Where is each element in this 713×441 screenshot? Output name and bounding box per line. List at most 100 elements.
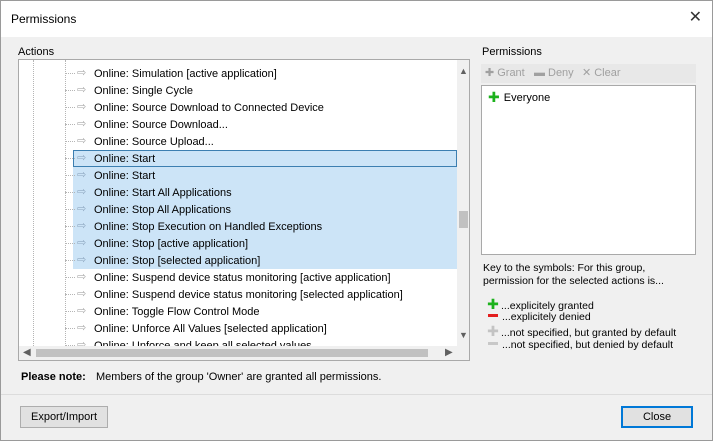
tree-item[interactable]: ⇨ Online: Unforce All Values [selected ap… xyxy=(19,320,457,337)
arrow-right-icon: ⇨ xyxy=(77,203,87,215)
tree-branch-line xyxy=(65,141,75,142)
tree-item[interactable]: ⇨ Online: Source Download... xyxy=(19,116,457,133)
tree-item[interactable]: ⇨ Online: Single Cycle xyxy=(19,82,457,99)
tree-item[interactable]: ⇨ Online: Start All Applications xyxy=(19,184,457,201)
arrow-right-icon: ⇨ xyxy=(77,135,87,147)
tree-item[interactable]: ⇨ Online: Stop [active application] xyxy=(19,235,457,252)
legend-denied: ...explicitely denied xyxy=(487,311,591,324)
legend-default-granted-label: ...not specified, but granted by default xyxy=(501,327,677,339)
arrow-right-icon: ⇨ xyxy=(77,305,87,317)
permission-entry-everyone[interactable]: ✚ Everyone xyxy=(488,89,551,105)
tree-branch-line xyxy=(65,294,75,295)
tree-branch-line xyxy=(65,328,75,329)
close-button[interactable]: Close xyxy=(621,406,693,428)
tree-item-label: Online: Source Download... xyxy=(94,119,228,131)
granted-plus-icon: ✚ xyxy=(488,89,500,105)
scroll-left-icon[interactable]: ◀ xyxy=(23,347,31,358)
export-import-button[interactable]: Export/Import xyxy=(20,406,108,428)
tree-item-label: Online: Unforce and keep all selected va… xyxy=(94,340,312,346)
actions-tree[interactable]: ⇨ Online: Simulation [active application]… xyxy=(18,59,470,361)
grant-label: Grant xyxy=(497,67,525,79)
tree-item[interactable]: ⇨ Online: Stop [selected application] xyxy=(19,252,457,269)
symbol-key-text: Key to the symbols: For this group, perm… xyxy=(483,262,664,287)
tree-item-label: Online: Simulation [active application] xyxy=(94,68,277,80)
note-label: Please note: xyxy=(21,371,86,383)
tree-branch-line xyxy=(65,226,75,227)
clear-button[interactable]: ✕ Clear xyxy=(582,66,621,81)
actions-label: Actions xyxy=(18,46,55,58)
tree-branch-line xyxy=(65,90,75,91)
tree-item[interactable]: ⇨ Online: Start xyxy=(19,150,457,167)
arrow-right-icon: ⇨ xyxy=(77,152,87,164)
close-icon[interactable]: ✕ xyxy=(689,8,702,28)
vertical-scrollbar[interactable]: ▲ ▼ xyxy=(457,60,469,346)
scroll-right-icon[interactable]: ▶ xyxy=(445,347,453,358)
vertical-scroll-thumb[interactable] xyxy=(459,211,468,228)
permissions-dialog: Permissions ✕ Actions ⇨ Online: Simulatio… xyxy=(0,0,713,441)
tree-branch-line xyxy=(65,158,75,159)
scroll-up-icon[interactable]: ▲ xyxy=(459,66,468,76)
permissions-list[interactable]: ✚ Everyone xyxy=(481,85,696,255)
tree-item-label: Online: Stop Execution on Handled Except… xyxy=(94,221,323,233)
minus-icon: ▬ xyxy=(534,67,545,79)
x-icon: ✕ xyxy=(582,67,592,79)
arrow-right-icon: ⇨ xyxy=(77,186,87,198)
arrow-right-icon: ⇨ xyxy=(77,67,87,79)
tree-item[interactable]: ⇨ Online: Start xyxy=(19,167,457,184)
arrow-right-icon: ⇨ xyxy=(77,288,87,300)
tree-item[interactable]: ⇨ Online: Suspend device status monitorin… xyxy=(19,286,457,303)
tree-item-label: Online: Source Download to Connected Dev… xyxy=(94,102,324,114)
title-bar: Permissions ✕ xyxy=(1,1,712,37)
arrow-right-icon: ⇨ xyxy=(77,271,87,283)
deny-label: Deny xyxy=(548,67,574,79)
grant-button[interactable]: ✚ Grant xyxy=(485,66,525,81)
scroll-down-icon[interactable]: ▼ xyxy=(459,330,468,340)
window-title: Permissions xyxy=(11,12,77,26)
arrow-right-icon: ⇨ xyxy=(77,339,87,346)
tree-item-label: Online: Stop [active application] xyxy=(94,238,249,250)
permissions-label: Permissions xyxy=(482,46,542,58)
tree-item[interactable]: ⇨ Online: Toggle Flow Control Mode xyxy=(19,303,457,320)
tree-branch-line xyxy=(65,311,75,312)
tree-item-label: Online: Start All Applications xyxy=(94,187,232,199)
tree-branch-line xyxy=(65,243,75,244)
horizontal-scrollbar[interactable]: ◀ ▶ xyxy=(19,346,457,360)
default-denied-minus-icon xyxy=(488,342,498,345)
dialog-footer: Export/Import Close xyxy=(1,394,712,440)
tree-item-label: Online: Toggle Flow Control Mode xyxy=(94,306,260,318)
tree-item-label: Online: Start xyxy=(94,153,156,165)
permission-entry-label: Everyone xyxy=(503,92,551,104)
horizontal-scroll-thumb[interactable] xyxy=(36,349,428,357)
tree-branch-line xyxy=(65,192,75,193)
tree-branch-line xyxy=(65,277,75,278)
arrow-right-icon: ⇨ xyxy=(77,84,87,96)
tree-branch-line xyxy=(65,209,75,210)
deny-button[interactable]: ▬ Deny xyxy=(534,66,574,81)
tree-branch-line xyxy=(65,73,75,74)
tree-item-label: Online: Suspend device status monitoring… xyxy=(94,272,391,284)
actions-tree-viewport: ⇨ Online: Simulation [active application]… xyxy=(19,60,457,346)
arrow-right-icon: ⇨ xyxy=(77,322,87,334)
tree-item[interactable]: ⇨ Online: Suspend device status monitorin… xyxy=(19,269,457,286)
tree-item-label: Online: Unforce All Values [selected app… xyxy=(94,323,327,335)
arrow-right-icon: ⇨ xyxy=(77,118,87,130)
tree-branch-line xyxy=(65,124,75,125)
permissions-toolbar: ✚ Grant ▬ Deny ✕ Clear xyxy=(481,64,696,83)
default-granted-plus-icon: ✚ xyxy=(487,323,499,339)
tree-item[interactable]: ⇨ Online: Stop All Applications xyxy=(19,201,457,218)
arrow-right-icon: ⇨ xyxy=(77,220,87,232)
tree-item-label: Online: Source Upload... xyxy=(94,136,214,148)
tree-item[interactable]: ⇨ Online: Unforce and keep all selected v… xyxy=(19,337,457,346)
tree-item[interactable]: ⇨ Online: Source Upload... xyxy=(19,133,457,150)
tree-item-label: Online: Single Cycle xyxy=(94,85,194,97)
arrow-right-icon: ⇨ xyxy=(77,254,87,266)
arrow-right-icon: ⇨ xyxy=(77,101,87,113)
denied-minus-icon xyxy=(488,314,498,317)
tree-item[interactable]: ⇨ Online: Source Download to Connected De… xyxy=(19,99,457,116)
legend-default-denied: ...not specified, but denied by default xyxy=(487,339,673,352)
tree-item[interactable]: ⇨ Online: Stop Execution on Handled Excep… xyxy=(19,218,457,235)
tree-item-label: Online: Stop [selected application] xyxy=(94,255,261,267)
legend-default-granted: ✚ ...not specified, but granted by defaul… xyxy=(487,323,677,340)
tree-item[interactable]: ⇨ Online: Simulation [active application] xyxy=(19,65,457,82)
legend-default-denied-label: ...not specified, but denied by default xyxy=(502,339,674,351)
